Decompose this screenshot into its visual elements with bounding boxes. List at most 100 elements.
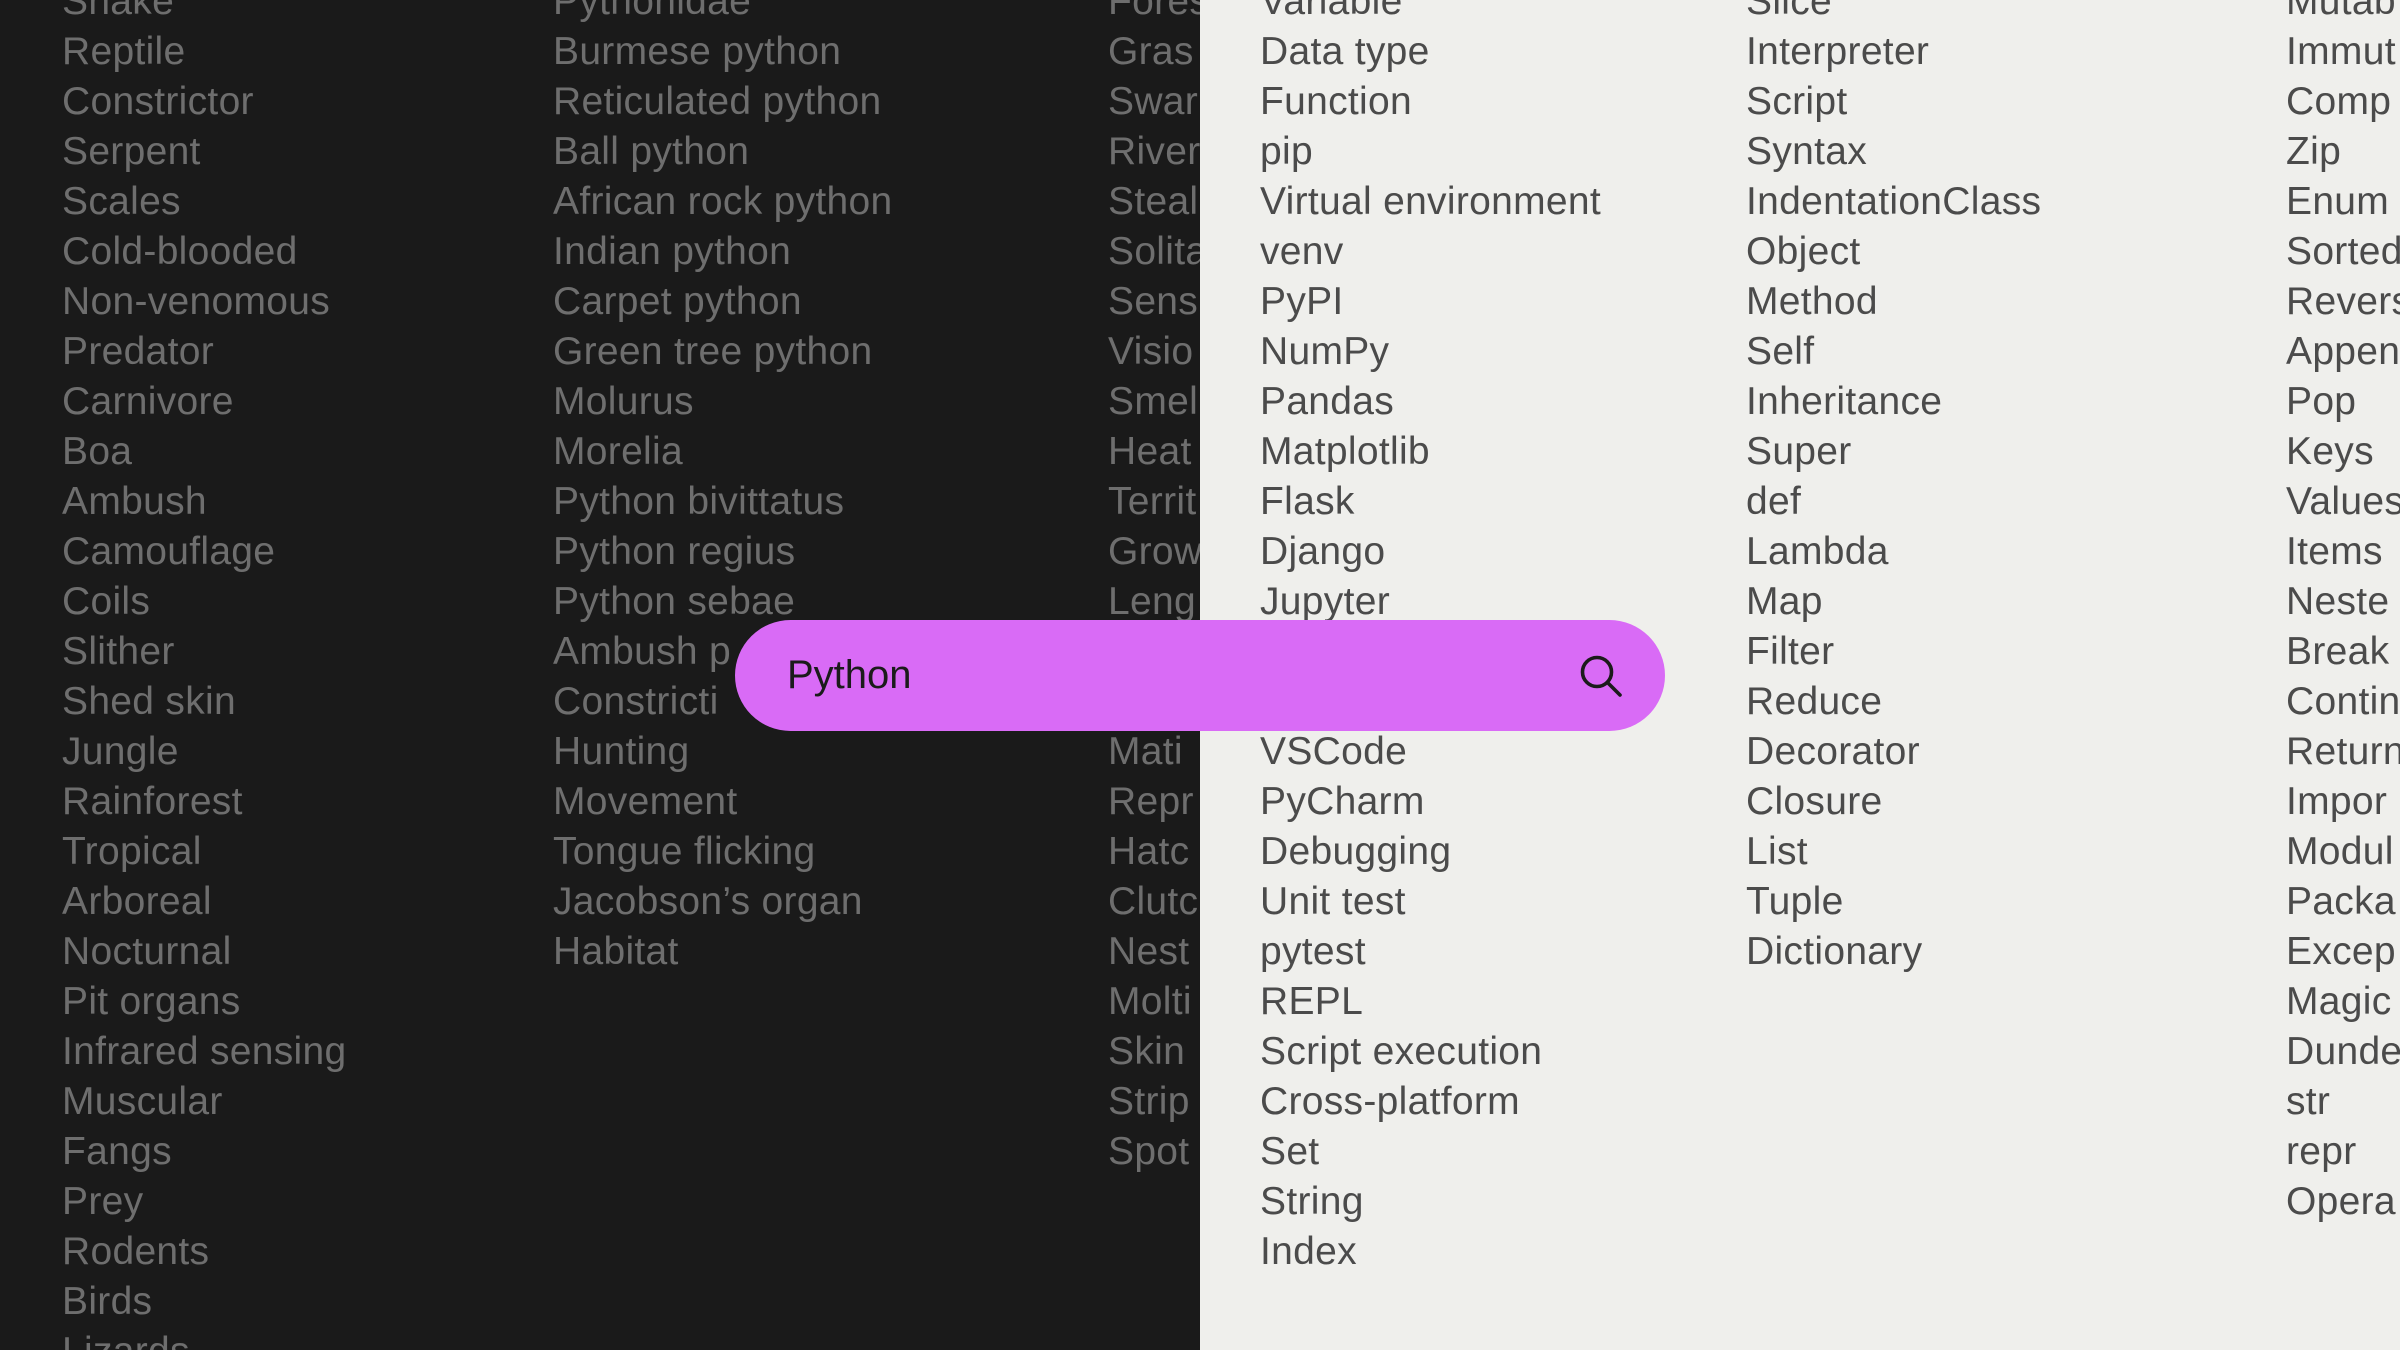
word-item: Slice bbox=[1746, 0, 1833, 23]
word-item: Constrictor bbox=[62, 80, 254, 123]
word-item: pip bbox=[1260, 130, 1313, 173]
word-item: Map bbox=[1746, 580, 1823, 623]
word-item: Debugging bbox=[1260, 830, 1452, 873]
word-item: Habitat bbox=[553, 930, 679, 973]
word-item: Carpet python bbox=[553, 280, 802, 323]
word-item: Interpreter bbox=[1746, 30, 1930, 73]
word-item: Jacobson’s organ bbox=[553, 880, 863, 923]
word-item: Burmese python bbox=[553, 30, 842, 73]
word-item: str bbox=[2286, 1080, 2331, 1123]
word-item: venv bbox=[1260, 230, 1344, 273]
word-item: Django bbox=[1260, 530, 1386, 573]
word-item: Dunde bbox=[2286, 1030, 2400, 1073]
word-item: Closure bbox=[1746, 780, 1883, 823]
word-item: Reduce bbox=[1746, 680, 1883, 723]
word-item: Nocturnal bbox=[62, 930, 232, 973]
word-item: African rock python bbox=[553, 180, 893, 223]
word-item: Zip bbox=[2286, 130, 2342, 173]
word-item: PyCharm bbox=[1260, 780, 1425, 823]
word-item: Virtual environment bbox=[1260, 180, 1601, 223]
word-item: Filter bbox=[1746, 630, 1835, 673]
word-item: Modul bbox=[2286, 830, 2394, 873]
word-item: Boa bbox=[62, 430, 133, 473]
search-icon[interactable] bbox=[1575, 650, 1627, 702]
word-item: Arboreal bbox=[62, 880, 212, 923]
word-item: Scales bbox=[62, 180, 181, 223]
word-item: Pandas bbox=[1260, 380, 1395, 423]
word-item: Sens bbox=[1108, 280, 1199, 323]
word-item: Lambda bbox=[1746, 530, 1889, 573]
word-item: Fores bbox=[1108, 0, 1200, 23]
word-item: Gras bbox=[1108, 30, 1194, 73]
word-item: Visio bbox=[1108, 330, 1194, 373]
word-item: Enum bbox=[2286, 180, 2390, 223]
word-item: Packa bbox=[2286, 880, 2396, 923]
word-item: River bbox=[1108, 130, 1200, 173]
word-item: Fangs bbox=[62, 1130, 172, 1173]
word-item: Infrared sensing bbox=[62, 1030, 347, 1073]
word-item: Reptile bbox=[62, 30, 186, 73]
word-item: Python bivittatus bbox=[553, 480, 845, 523]
word-item: Ambush bbox=[62, 480, 207, 523]
word-item: Method bbox=[1746, 280, 1878, 323]
word-item: Break bbox=[2286, 630, 2390, 673]
word-item: Morelia bbox=[553, 430, 683, 473]
word-item: Script execution bbox=[1260, 1030, 1543, 1073]
word-item: Excep bbox=[2286, 930, 2396, 973]
word-item: Repr bbox=[1108, 780, 1194, 823]
word-item: Impor bbox=[2286, 780, 2388, 823]
word-item: Values bbox=[2286, 480, 2400, 523]
word-item: Indian python bbox=[553, 230, 792, 273]
word-item: Snake bbox=[62, 0, 175, 23]
word-item: Flask bbox=[1260, 480, 1355, 523]
word-item: Rainforest bbox=[62, 780, 243, 823]
word-item: Mati bbox=[1108, 730, 1183, 773]
word-item: Items bbox=[2286, 530, 2383, 573]
word-item: Script bbox=[1746, 80, 1848, 123]
word-item: Steal bbox=[1108, 180, 1199, 223]
word-item: Comp bbox=[2286, 80, 2392, 123]
word-item: Ball python bbox=[553, 130, 750, 173]
word-item: Data type bbox=[1260, 30, 1430, 73]
word-item: Heat bbox=[1108, 430, 1192, 473]
word-item: Molurus bbox=[553, 380, 694, 423]
word-item: Function bbox=[1260, 80, 1412, 123]
word-item: Pop bbox=[2286, 380, 2357, 423]
word-item: Keys bbox=[2286, 430, 2374, 473]
word-item: Nest bbox=[1108, 930, 1190, 973]
word-item: Super bbox=[1746, 430, 1852, 473]
word-item: Strip bbox=[1108, 1080, 1190, 1123]
word-item: Self bbox=[1746, 330, 1815, 373]
word-item: def bbox=[1746, 480, 1802, 523]
word-item: Pit organs bbox=[62, 980, 241, 1023]
word-item: Contin bbox=[2286, 680, 2400, 723]
word-item: Cold-blooded bbox=[62, 230, 298, 273]
word-item: repr bbox=[2286, 1130, 2357, 1173]
word-item: Clutc bbox=[1108, 880, 1199, 923]
word-item: Syntax bbox=[1746, 130, 1868, 173]
word-item: Smel bbox=[1108, 380, 1199, 423]
word-item: Birds bbox=[62, 1280, 153, 1323]
word-item: Swar bbox=[1108, 80, 1199, 123]
word-item: Muscular bbox=[62, 1080, 223, 1123]
word-item: Hunting bbox=[553, 730, 690, 773]
search-input[interactable] bbox=[787, 645, 1575, 706]
word-item: List bbox=[1746, 830, 1808, 873]
search-bar[interactable] bbox=[735, 620, 1665, 731]
word-item: Sorted bbox=[2286, 230, 2400, 273]
word-item: Decorator bbox=[1746, 730, 1920, 773]
word-item: Non-venomous bbox=[62, 280, 331, 323]
word-item: Grow bbox=[1108, 530, 1200, 573]
word-item: Prey bbox=[62, 1180, 144, 1223]
word-item: IndentationClass bbox=[1746, 180, 2042, 223]
word-item: Jungle bbox=[62, 730, 179, 773]
word-item: Object bbox=[1746, 230, 1861, 273]
word-item: VSCode bbox=[1260, 730, 1408, 773]
word-item: Rodents bbox=[62, 1230, 210, 1273]
word-item: Skin bbox=[1108, 1030, 1186, 1073]
snake-terms-column: Snake Reptile Constrictor Serpent Scales Cold… bbox=[62, 0, 346, 1350]
word-item: Spot bbox=[1108, 1130, 1190, 1173]
word-item: Reticulated python bbox=[553, 80, 882, 123]
word-item: Tongue flicking bbox=[553, 830, 816, 873]
word-item: Molti bbox=[1108, 980, 1192, 1023]
